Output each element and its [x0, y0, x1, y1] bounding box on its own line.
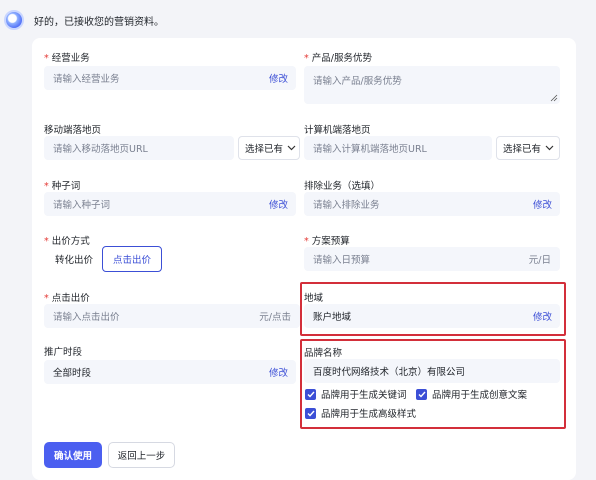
pc-landing-label: 计算机端落地页: [304, 125, 371, 136]
assistant-avatar: [4, 10, 24, 30]
seed-words-edit-link[interactable]: 修改: [269, 197, 288, 211]
click-bid-label: * 点击出价: [44, 293, 90, 304]
budget-unit: 元/日: [528, 255, 551, 266]
mobile-landing-label: 移动端落地页: [44, 125, 102, 136]
budget-input[interactable]: 请输入日预算 元/日: [304, 247, 560, 271]
pc-landing-input[interactable]: 请输入计算机端落地页URL: [304, 136, 492, 160]
region-input[interactable]: 账户地域 修改: [304, 304, 560, 328]
checkbox-checked-icon: [416, 388, 427, 400]
chevron-down-icon: [545, 145, 554, 151]
checkbox-checked-icon: [305, 388, 316, 400]
exclude-business-input[interactable]: 请输入排除业务 修改: [304, 192, 560, 216]
business-input[interactable]: 请输入经营业务 修改: [44, 66, 296, 90]
mobile-landing-input[interactable]: 请输入移动落地页URL: [44, 136, 234, 160]
marketing-form-card: * 经营业务 请输入经营业务 修改 * 产品/服务优势 请输入产品/服务优势 移动端…: [32, 38, 576, 480]
advantage-label: * 产品/服务优势: [304, 53, 372, 64]
resize-handle-icon[interactable]: [550, 94, 558, 102]
business-edit-link[interactable]: 修改: [269, 71, 288, 85]
exclude-business-edit-link[interactable]: 修改: [533, 197, 552, 211]
seed-words-input[interactable]: 请输入种子词 修改: [44, 192, 296, 216]
exclude-business-label: 排除业务（选填）: [304, 181, 381, 192]
bot-message: 好的，已接收您的营销资料。: [34, 17, 164, 28]
back-button[interactable]: 返回上一步: [108, 442, 175, 468]
region-label: 地域: [304, 293, 324, 304]
brand-copy-checkbox[interactable]: 品牌用于生成创意文案: [416, 387, 527, 401]
pc-landing-select[interactable]: 选择已有: [496, 136, 560, 160]
click-bid-unit: 元/点击: [259, 312, 291, 323]
seed-words-label: * 种子词: [44, 181, 81, 192]
business-label: * 经营业务: [44, 53, 90, 64]
schedule-input[interactable]: 全部时段 修改: [44, 360, 296, 384]
budget-label: * 方案预算: [304, 236, 350, 247]
click-bid-input[interactable]: 请输入点击出价 元/点击: [44, 304, 300, 328]
checkbox-checked-icon: [305, 407, 316, 419]
schedule-edit-link[interactable]: 修改: [269, 365, 288, 379]
bid-option-conversion[interactable]: 转化出价: [46, 246, 102, 272]
bid-mode-label: * 出价方式: [44, 236, 90, 247]
mobile-landing-select[interactable]: 选择已有: [238, 136, 300, 160]
brand-label: 品牌名称: [304, 348, 343, 359]
chevron-down-icon: [287, 145, 296, 151]
advantage-textarea[interactable]: 请输入产品/服务优势: [304, 66, 560, 104]
region-edit-link[interactable]: 修改: [533, 309, 552, 323]
confirm-button[interactable]: 确认使用: [44, 442, 102, 468]
bid-option-click[interactable]: 点击出价: [102, 246, 162, 272]
schedule-label: 推广时段: [44, 347, 83, 358]
brand-input[interactable]: 百度时代网络技术（北京）有限公司: [304, 359, 560, 383]
bid-mode-toggle: 转化出价 点击出价: [46, 246, 162, 272]
brand-style-checkbox[interactable]: 品牌用于生成高级样式: [305, 406, 416, 420]
brand-keyword-checkbox[interactable]: 品牌用于生成关键词: [305, 387, 407, 401]
